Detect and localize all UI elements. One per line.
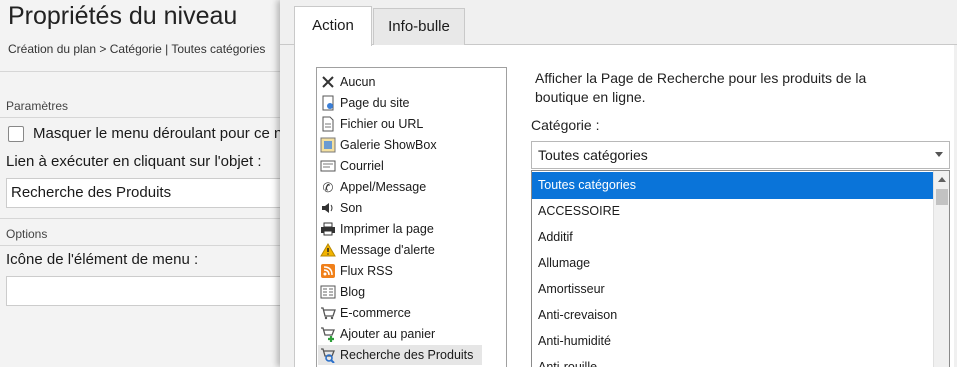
tab-action[interactable]: Action xyxy=(294,6,372,46)
cart-search-icon xyxy=(320,347,336,363)
category-option[interactable]: Anti-rouille xyxy=(532,354,933,367)
tab-strip: Action Info-bulle xyxy=(280,0,957,46)
tab-info-bulle[interactable]: Info-bulle xyxy=(373,8,465,45)
section-label-options: Options xyxy=(6,227,48,241)
category-option[interactable]: Toutes catégories xyxy=(532,172,933,199)
divider xyxy=(0,71,290,72)
action-item-ajouter-panier[interactable]: Ajouter au panier xyxy=(318,324,482,344)
email-icon xyxy=(320,158,336,174)
warning-icon xyxy=(320,242,336,258)
action-label: Message d'alerte xyxy=(340,243,435,257)
action-item-son[interactable]: Son xyxy=(318,198,482,218)
action-label: Ajouter au panier xyxy=(340,327,436,341)
phone-icon: ✆ xyxy=(322,179,334,195)
category-option[interactable]: ACCESSOIRE xyxy=(532,198,933,225)
action-label: Flux RSS xyxy=(340,264,393,278)
action-label: Fichier ou URL xyxy=(340,117,424,131)
action-label: E-commerce xyxy=(340,306,411,320)
action-item-recherche-produits[interactable]: Recherche des Produits xyxy=(318,345,482,365)
gallery-icon xyxy=(320,137,336,153)
file-icon xyxy=(320,116,336,132)
category-select-value: Toutes catégories xyxy=(538,147,648,163)
action-label: Son xyxy=(340,201,363,215)
section-label-params: Paramètres xyxy=(6,99,69,113)
printer-icon xyxy=(320,221,336,237)
blog-icon xyxy=(320,284,336,300)
breadcrumb: Création du plan > Catégorie | Toutes ca… xyxy=(8,42,266,56)
action-item-flux-rss[interactable]: Flux RSS xyxy=(318,261,482,281)
action-label: Aucun xyxy=(340,75,376,89)
action-label: Appel/Message xyxy=(340,180,427,194)
category-option[interactable]: Anti-crevaison xyxy=(532,302,933,329)
action-item-e-commerce[interactable]: E-commerce xyxy=(318,303,482,323)
category-option[interactable]: Additif xyxy=(532,224,933,251)
link-label: Lien à exécuter en cliquant sur l'objet … xyxy=(6,153,262,170)
category-label: Catégorie : xyxy=(531,117,600,133)
action-item-fichier-ou-url[interactable]: Fichier ou URL xyxy=(318,114,482,134)
action-label: Courriel xyxy=(340,159,384,173)
cart-add-icon xyxy=(320,326,336,342)
divider xyxy=(0,117,290,118)
scroll-thumb[interactable] xyxy=(936,189,948,205)
icon-field[interactable] xyxy=(6,276,296,306)
action-label: Galerie ShowBox xyxy=(340,138,437,152)
action-item-page-du-site[interactable]: Page du site xyxy=(318,93,482,113)
action-label: Recherche des Produits xyxy=(340,348,474,362)
category-option[interactable]: Amortisseur xyxy=(532,276,933,303)
hide-menu-checkbox[interactable] xyxy=(8,126,24,142)
divider xyxy=(0,245,290,246)
action-list: Aucun Page du site Fichier ou URL Galeri… xyxy=(316,67,507,367)
divider xyxy=(0,218,290,219)
category-dropdown-list: Toutes catégories ACCESSOIRE Additif All… xyxy=(531,170,950,367)
hide-menu-label: Masquer le menu déroulant pour ce n xyxy=(33,125,283,142)
action-item-aucun[interactable]: Aucun xyxy=(318,72,482,92)
speaker-icon xyxy=(320,200,336,216)
scroll-up-arrow-icon[interactable] xyxy=(938,177,946,182)
action-item-galerie-showbox[interactable]: Galerie ShowBox xyxy=(318,135,482,155)
dropdown-scrollbar[interactable] xyxy=(933,171,949,367)
page-title: Propriétés du niveau xyxy=(8,2,238,30)
cart-icon xyxy=(320,305,336,321)
chevron-down-icon xyxy=(935,152,943,157)
action-item-message-alerte[interactable]: Message d'alerte xyxy=(318,240,482,260)
action-item-courriel[interactable]: Courriel xyxy=(318,156,482,176)
icon-label: Icône de l'élément de menu : xyxy=(6,251,199,268)
category-option[interactable]: Anti-humidité xyxy=(532,328,933,355)
action-item-imprimer[interactable]: Imprimer la page xyxy=(318,219,482,239)
action-item-blog[interactable]: Blog xyxy=(318,282,482,302)
page-icon xyxy=(320,95,336,111)
category-option[interactable]: Allumage xyxy=(532,250,933,277)
category-select[interactable]: Toutes catégories xyxy=(531,141,950,169)
cross-icon xyxy=(320,74,336,90)
action-description: Afficher la Page de Recherche pour les p… xyxy=(535,70,867,105)
action-label: Blog xyxy=(340,285,366,299)
action-label: Page du site xyxy=(340,96,410,110)
action-item-appel-message[interactable]: ✆ Appel/Message xyxy=(318,177,482,197)
properties-panel: Propriétés du niveau Création du plan > … xyxy=(0,0,300,367)
action-label: Imprimer la page xyxy=(340,222,434,236)
link-field[interactable]: Recherche des Produits xyxy=(6,178,296,208)
rss-icon xyxy=(320,263,336,279)
action-dialog: Action Info-bulle Aucun Page du site Fic… xyxy=(280,0,957,367)
